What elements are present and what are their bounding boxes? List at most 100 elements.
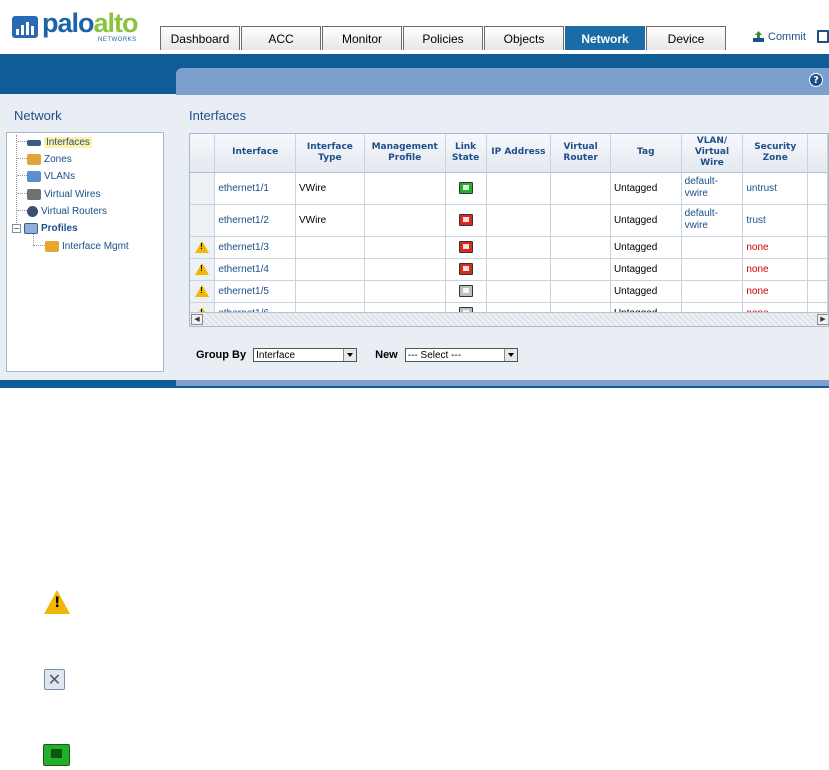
sidebar-item-vlans[interactable]: VLANs [27, 169, 75, 183]
zone-link[interactable]: trust [742, 204, 809, 237]
vwire-link[interactable] [681, 236, 744, 259]
col-header-virtual-router[interactable]: Virtual Router [550, 134, 611, 173]
vlans-icon [27, 170, 41, 182]
zone-link[interactable]: untrust [742, 172, 809, 205]
ip-cell [486, 258, 552, 281]
tag-cell: Untagged [610, 258, 682, 281]
virtual-routers-icon [27, 205, 38, 217]
col-header-link-state[interactable]: Link State [445, 134, 487, 173]
interface-type-cell [295, 258, 365, 281]
sidebar-item-interface-mgmt[interactable]: Interface Mgmt [45, 239, 129, 253]
page-title: Interfaces [189, 108, 247, 123]
collapse-profiles-icon[interactable]: − [12, 224, 21, 233]
new-select[interactable]: --- Select --- [404, 348, 518, 362]
commit-icon [752, 30, 765, 43]
app-header: paloalto NETWORKS Dashboard ACC Monitor … [0, 0, 829, 54]
interface-type-cell [295, 280, 365, 303]
interface-link[interactable]: ethernet1/5 [214, 280, 297, 303]
router-cell [550, 258, 611, 281]
col-header-interface-type[interactable]: Interface Type [295, 134, 365, 173]
interface-link[interactable]: ethernet1/3 [214, 236, 297, 259]
ip-cell [486, 172, 552, 205]
save-icon[interactable] [817, 30, 829, 43]
link-down-icon [458, 241, 473, 253]
col-header-management-profile[interactable]: Management Profile [364, 134, 446, 173]
chevron-down-icon [343, 349, 357, 361]
mgmt-profile-cell [364, 258, 446, 281]
vwire-link[interactable]: default-vwire [681, 204, 744, 237]
col-header-vlan-vwire[interactable]: VLAN/ Virtual Wire [681, 134, 744, 173]
zones-icon [27, 153, 41, 165]
sidebar-item-virtual-wires[interactable]: Virtual Wires [27, 187, 101, 201]
groupby-value: Interface [256, 349, 296, 361]
help-icon[interactable]: ? [809, 73, 823, 87]
interface-type-cell: VWire [295, 172, 365, 205]
ip-cell [486, 280, 552, 303]
table-row[interactable]: ethernet1/1 VWire Untagged default-vwire… [190, 172, 828, 205]
link-unknown-icon [458, 285, 473, 297]
interfaces-icon [27, 140, 41, 146]
paloalto-logo: paloalto NETWORKS [12, 8, 142, 44]
zone-none: none [742, 258, 809, 281]
main-tabs: Dashboard ACC Monitor Policies Objects N… [160, 26, 727, 50]
vwire-link[interactable] [681, 280, 744, 303]
table-row[interactable]: ethernet1/2 VWire Untagged default-vwire… [190, 204, 828, 237]
table-row[interactable]: ethernet1/5 Untagged none [190, 280, 828, 303]
groupby-label: Group By [196, 349, 247, 361]
tab-monitor[interactable]: Monitor [322, 26, 402, 50]
link-down-icon [458, 263, 473, 275]
tab-acc[interactable]: ACC [241, 26, 321, 50]
horizontal-scrollbar[interactable]: ◀ ▶ [190, 312, 828, 326]
vwire-link[interactable] [681, 258, 744, 281]
logo-text: paloalto [42, 8, 139, 38]
tab-network[interactable]: Network [565, 26, 645, 50]
vwire-link[interactable]: default-vwire [681, 172, 744, 205]
col-header-tag[interactable]: Tag [610, 134, 682, 173]
sidebar-item-profiles[interactable]: Profiles [24, 221, 78, 235]
new-label: New [375, 349, 398, 361]
mgmt-profile-cell [364, 236, 446, 259]
row-status-cell [190, 236, 216, 259]
row-status-cell [190, 204, 216, 237]
sidebar-item-virtual-routers[interactable]: Virtual Routers [27, 204, 107, 218]
table-footer: Group By Interface New --- Select --- [196, 348, 518, 362]
tag-cell: Untagged [610, 280, 682, 303]
col-header-security-zone[interactable]: Security Zone [742, 134, 809, 173]
warning-icon [44, 590, 70, 614]
virtual-wires-icon [27, 188, 41, 200]
router-cell [550, 204, 611, 237]
sidebar-item-zones[interactable]: Zones [27, 152, 72, 166]
interface-type-cell: VWire [295, 204, 365, 237]
col-header-ip-address[interactable]: IP Address [486, 134, 552, 173]
footer-band-panel [176, 380, 829, 386]
link-state-cell [445, 204, 487, 237]
warning-icon [195, 263, 210, 275]
col-header-interface[interactable]: Interface [214, 134, 297, 173]
tab-objects[interactable]: Objects [484, 26, 564, 50]
interface-link[interactable]: ethernet1/2 [214, 204, 297, 237]
commit-button[interactable]: Commit [752, 30, 806, 43]
scroll-left-icon[interactable]: ◀ [191, 314, 203, 325]
warning-icon [195, 285, 210, 297]
interface-link[interactable]: ethernet1/1 [214, 172, 297, 205]
table-row[interactable]: ethernet1/3 Untagged none [190, 236, 828, 259]
mgmt-profile-cell [364, 204, 446, 237]
groupby-select[interactable]: Interface [253, 348, 358, 362]
link-state-cell [445, 280, 487, 303]
link-up-icon [458, 182, 473, 194]
scroll-right-icon[interactable]: ▶ [817, 314, 828, 325]
sidebar-item-interfaces[interactable]: Interfaces [27, 135, 92, 149]
link-down-icon [458, 214, 473, 226]
link-state-cell [445, 236, 487, 259]
table-row[interactable]: ethernet1/4 Untagged none [190, 258, 828, 281]
link-state-cell [445, 258, 487, 281]
warning-icon [195, 241, 210, 253]
interface-link[interactable]: ethernet1/4 [214, 258, 297, 281]
tab-device[interactable]: Device [646, 26, 726, 50]
tab-dashboard[interactable]: Dashboard [160, 26, 240, 50]
row-status-cell [190, 258, 216, 281]
tag-cell: Untagged [610, 204, 682, 237]
tag-cell: Untagged [610, 236, 682, 259]
tab-policies[interactable]: Policies [403, 26, 483, 50]
ip-cell [486, 236, 552, 259]
